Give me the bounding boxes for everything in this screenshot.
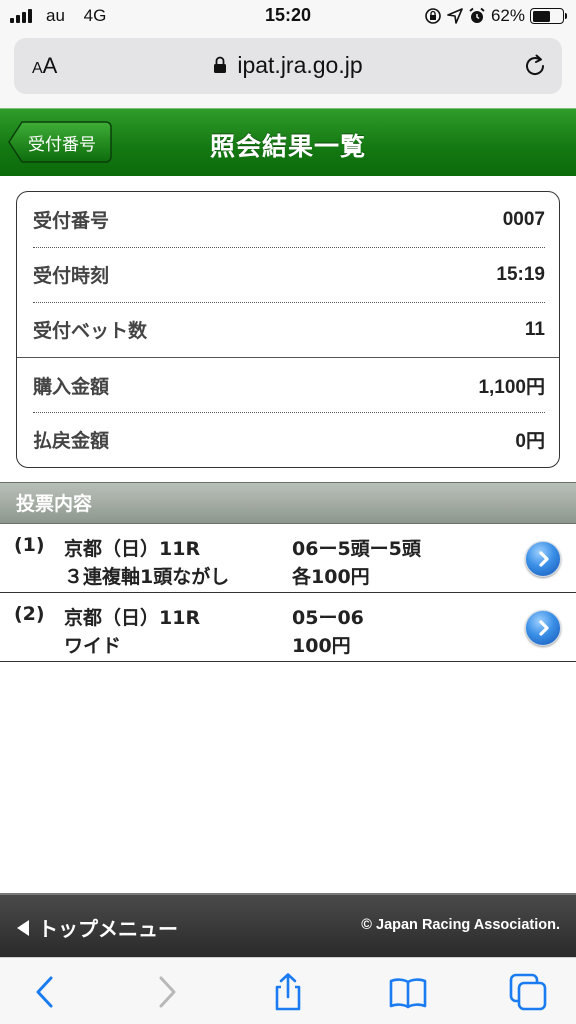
page-header: 受付番号 照会結果一覧 <box>0 108 576 176</box>
bet-index: (1) <box>14 534 45 556</box>
reload-icon[interactable] <box>522 53 548 79</box>
info-row-receipt-number: 受付番号 0007 <box>33 192 545 247</box>
info-value: 0007 <box>502 208 545 230</box>
status-bar: au 4G 15:20 62% <box>0 0 576 34</box>
bet-row[interactable]: (2) 京都（日）11R ワイド 05ー06 100円 <box>0 594 576 662</box>
battery-percent: 62% <box>490 6 525 25</box>
address-bar[interactable]: AA ipat.jra.go.jp <box>14 38 562 94</box>
info-value: 0円 <box>515 431 545 452</box>
browser-address-area: AA ipat.jra.go.jp <box>0 34 576 108</box>
bet-type: ３連複軸1頭ながし <box>64 566 230 588</box>
battery-icon <box>530 8 567 24</box>
url-text: ipat.jra.go.jp <box>237 52 363 78</box>
triangle-left-icon <box>17 919 29 936</box>
bet-combination: 05ー06 <box>292 607 364 629</box>
bookmarks-icon[interactable] <box>388 972 428 1012</box>
bet-type: ワイド <box>64 635 122 657</box>
info-label: 払戻金額 <box>33 430 110 452</box>
share-icon[interactable] <box>268 972 308 1012</box>
info-value: 15:19 <box>496 263 545 285</box>
bet-race: 京都（日）11R <box>64 538 201 560</box>
info-row-receipt-time: 受付時刻 15:19 <box>33 247 545 302</box>
chevron-right-icon[interactable] <box>525 541 561 577</box>
top-menu-label: トップメニュー <box>38 917 178 941</box>
bet-race: 京都（日）11R <box>64 607 201 629</box>
info-label: 受付ベット数 <box>33 320 148 342</box>
info-row-purchase-amount: 購入金額 1,100円 <box>33 358 545 413</box>
tabs-icon[interactable] <box>508 972 548 1012</box>
top-menu-link[interactable]: トップメニュー <box>16 913 178 942</box>
page-title: 照会結果一覧 <box>209 132 366 161</box>
info-row-payout-amount: 払戻金額 0円 <box>33 412 545 467</box>
forward-arrow-icon[interactable] <box>146 972 186 1012</box>
copyright-text: © Japan Racing Association. <box>361 917 560 933</box>
chevron-right-icon[interactable] <box>525 610 561 646</box>
receipt-info-card: 受付番号 0007 受付時刻 15:19 受付ベット数 11 購入金額 1,10… <box>16 191 560 468</box>
bet-index: (2) <box>14 603 45 625</box>
info-row-bet-count: 受付ベット数 11 <box>33 302 545 357</box>
bet-combination: 06ー5頭ー5頭 <box>292 538 421 560</box>
back-arrow-icon[interactable] <box>26 972 66 1012</box>
url-display[interactable]: ipat.jra.go.jp <box>14 52 562 79</box>
section-header-bet-contents: 投票内容 <box>0 482 576 524</box>
info-label: 受付時刻 <box>33 265 110 287</box>
bet-amount: 100円 <box>292 635 351 657</box>
lock-icon <box>213 53 227 73</box>
location-arrow-icon <box>447 8 463 24</box>
info-value: 11 <box>524 318 545 340</box>
info-label: 受付番号 <box>33 210 110 232</box>
info-label: 購入金額 <box>33 376 110 398</box>
alarm-clock-icon <box>469 7 485 23</box>
bet-row[interactable]: (1) 京都（日）11R ３連複軸1頭ながし 06ー5頭ー5頭 各100円 <box>0 525 576 593</box>
info-value: 1,100円 <box>478 377 545 398</box>
status-indicators: 62% <box>424 5 567 27</box>
bet-amount: 各100円 <box>292 566 370 588</box>
battery-fill <box>532 10 551 22</box>
browser-toolbar <box>0 957 576 1024</box>
rotation-lock-icon <box>425 8 441 24</box>
site-footer: トップメニュー © Japan Racing Association. <box>0 893 576 957</box>
